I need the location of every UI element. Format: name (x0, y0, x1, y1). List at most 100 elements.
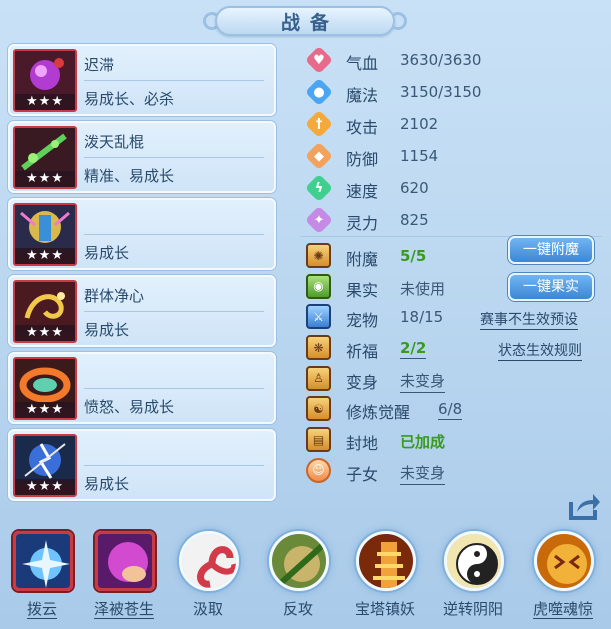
status-rules-link[interactable]: 状态生效规则 (498, 340, 582, 362)
golden-dragon-icon: ★★★ (13, 280, 77, 343)
row-territory: ▤ 封地 已加成 (300, 424, 606, 455)
stat-value: 3630/3630 (400, 51, 482, 69)
spirit-icon: ✦ (304, 205, 334, 235)
children-value[interactable]: 未变身 (400, 462, 446, 485)
enchant-icon: ✺ (306, 243, 331, 268)
star-rating: ★★★ (15, 325, 75, 341)
tower-icon (356, 531, 416, 591)
row-pet: ⚔ 宠物 18/15 赛事不生效预设 (300, 301, 606, 332)
territory-icon: ▤ (306, 427, 331, 453)
golden-tiger-icon (534, 531, 594, 591)
stat-value: 825 (400, 211, 429, 229)
yin-yang-icon (444, 531, 504, 591)
bottom-skill[interactable]: 拨云 (2, 527, 82, 627)
fruit-label: 果实 (346, 280, 379, 300)
star-rating: ★★★ (15, 402, 75, 418)
stat-label: 速度 (346, 182, 379, 201)
stat-row-hp: ♥ 气血 3630/3630 (300, 44, 600, 76)
blessing-label: 祈福 (346, 342, 379, 362)
stat-row-spirit: ✦ 灵力 825 (300, 204, 600, 236)
skill-card[interactable]: ★★★ 愤怒、易成长 (8, 352, 276, 424)
auto-enchant-button[interactable]: 一键附魔 (508, 236, 594, 264)
skill-card[interactable]: ★★★ 易成长 (8, 429, 276, 501)
stat-row-mp: ● 魔法 3150/3150 (300, 76, 600, 108)
row-blessing: ❋ 祈福 2/2 状态生效规则 (300, 332, 606, 363)
divider (84, 80, 264, 81)
star-rating: ★★★ (15, 248, 75, 264)
red-swirl-icon (179, 531, 239, 591)
green-blade-icon (269, 531, 329, 591)
stat-row-defense: ◆ 防御 1154 (300, 140, 600, 172)
territory-value: 已加成 (400, 433, 446, 452)
transform-label: 变身 (346, 372, 379, 392)
bottom-skill-bar: 拨云 泽被苍生 汲取 反攻 宝塔镇妖 逆转阴阳 虎噬魂惊 (0, 527, 611, 629)
stat-value: 620 (400, 179, 429, 197)
page-title: 战备 (280, 11, 339, 34)
enhancement-panel: ✺ 附魔 5/5 一键附魔 ◉ 果实 未使用 一键果实 ⚔ 宠物 18/15 赛… (300, 236, 606, 486)
skill-traits: 精准、易成长 (84, 167, 175, 185)
skill-name: 泼天乱棍 (84, 133, 145, 151)
divider (84, 388, 264, 389)
stat-value: 1154 (400, 147, 439, 165)
skill-traits: 愤怒、易成长 (84, 398, 175, 416)
row-cultivation: ☯ 修炼觉醒 6/8 (300, 393, 606, 424)
row-children: ☺ 子女 未变身 (300, 455, 606, 486)
stat-label: 攻击 (346, 118, 379, 137)
sword-icon: † (304, 109, 334, 139)
skill-card[interactable]: ★★★ 泼天乱棍 精准、易成长 (8, 121, 276, 193)
star-rating: ★★★ (15, 94, 75, 110)
star-rating: ★★★ (15, 171, 75, 187)
title-plate: 战备 (215, 6, 395, 36)
bottom-skill-label: 拨云 (26, 600, 57, 619)
stats-panel: ♥ 气血 3630/3630 ● 魔法 3150/3150 † 攻击 2102 … (300, 44, 600, 236)
mana-icon: ● (304, 77, 334, 107)
right-swirl-ornament (389, 12, 407, 30)
share-icon[interactable] (567, 490, 601, 522)
bottom-skill[interactable]: 汲取 (168, 527, 248, 627)
row-enchant: ✺ 附魔 5/5 一键附魔 (300, 236, 606, 271)
bottom-skill-label: 宝塔镇妖 (354, 600, 415, 618)
bottom-skill[interactable]: 泽被苍生 (84, 527, 164, 627)
transform-value[interactable]: 未变身 (400, 370, 446, 393)
preset-link[interactable]: 赛事不生效预设 (480, 309, 578, 331)
purple-orb-icon: ★★★ (13, 49, 77, 112)
skill-traits: 易成长 (84, 475, 130, 493)
cultivation-value[interactable]: 6/8 (438, 400, 463, 421)
pet-value: 18/15 (400, 308, 444, 327)
stat-label: 魔法 (346, 86, 379, 105)
skill-card[interactable]: ★★★ 群体净心 易成长 (8, 275, 276, 347)
bottom-skill[interactable]: 反攻 (258, 527, 338, 627)
skill-traits: 易成长 (84, 321, 130, 339)
divider (84, 311, 264, 312)
territory-label: 封地 (346, 434, 379, 454)
stat-value: 3150/3150 (400, 83, 482, 101)
skill-list: ★★★ 迟滞 易成长、必杀 ★★★ 泼天乱棍 精准、易成长 ★★★ 易成长 ★★… (8, 44, 276, 506)
stat-label: 气血 (346, 54, 379, 73)
bottom-skill-label: 泽被苍生 (93, 600, 154, 619)
lightning-icon: ϟ (304, 173, 334, 203)
stat-row-attack: † 攻击 2102 (300, 108, 600, 140)
transform-icon: ♙ (306, 365, 331, 391)
bottom-skill[interactable]: 虎噬魂惊 (523, 527, 603, 627)
pet-icon: ⚔ (306, 304, 331, 330)
bottom-skill-label: 虎噬魂惊 (532, 600, 593, 619)
cultivation-label: 修炼觉醒 (346, 403, 411, 423)
stat-row-speed: ϟ 速度 620 (300, 172, 600, 204)
bottom-skill[interactable]: 宝塔镇妖 (345, 527, 425, 627)
cultivation-icon: ☯ (306, 396, 331, 422)
pet-label: 宠物 (346, 311, 379, 331)
bottom-skill[interactable]: 逆转阴阳 (433, 527, 513, 627)
stat-label: 防御 (346, 150, 379, 169)
blessing-icon: ❋ (306, 335, 331, 361)
fire-ring-icon: ★★★ (13, 357, 77, 420)
heart-icon: ♥ (304, 45, 334, 75)
auto-fruit-button[interactable]: 一键果实 (508, 272, 594, 301)
enchant-label: 附魔 (346, 250, 379, 269)
bottom-skill-label: 汲取 (192, 600, 223, 618)
skill-card[interactable]: ★★★ 易成长 (8, 198, 276, 270)
skill-card[interactable]: ★★★ 迟滞 易成长、必杀 (8, 44, 276, 116)
row-transform: ♙ 变身 未变身 (300, 363, 606, 394)
stat-value: 2102 (400, 115, 439, 133)
children-icon: ☺ (306, 457, 331, 483)
blessing-value[interactable]: 2/2 (400, 339, 427, 360)
